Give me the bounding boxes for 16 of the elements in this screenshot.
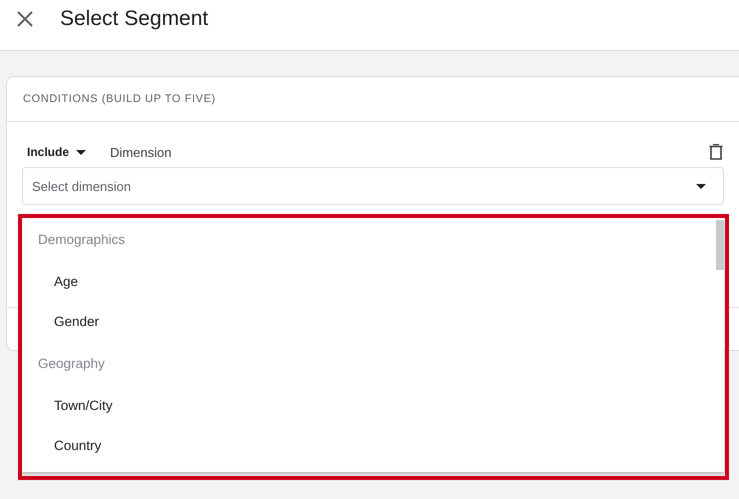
select-dimension-field[interactable]: Select dimension [22,167,724,205]
close-icon[interactable] [17,11,33,27]
window-title: Select Segment [60,7,208,31]
group-heading: Demographics [37,231,126,249]
dropdown-option[interactable]: Country [22,426,712,466]
scrollbar-thumb[interactable] [716,220,724,270]
condition-label: Dimension [110,144,172,160]
dropdown-option[interactable]: Age [22,262,712,302]
caret-icon [76,150,86,154]
section-heading: CONDITIONS (BUILD UP TO FIVE) [23,93,216,105]
trash-icon[interactable] [709,144,723,160]
dropdown-option[interactable]: Gender [22,302,712,342]
caret-icon [696,184,706,189]
dropdown-option[interactable]: Town/City [22,386,712,426]
include-dropdown[interactable]: Include [27,145,86,159]
group-heading: Geography [37,355,106,373]
